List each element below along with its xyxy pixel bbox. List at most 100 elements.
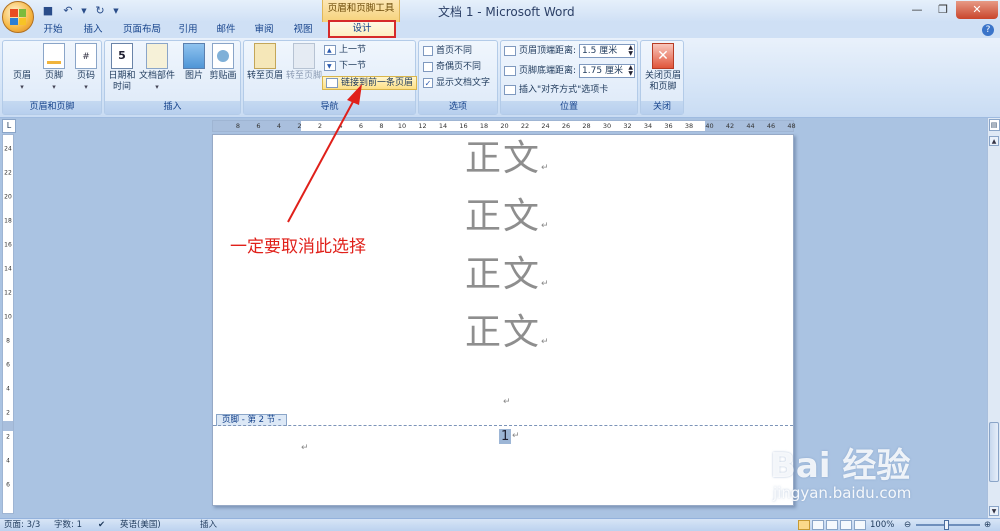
quick-parts-icon (146, 43, 168, 69)
print-layout-icon[interactable] (798, 520, 810, 530)
tab-mailings[interactable]: 邮件 (210, 22, 242, 38)
ruler-tick-label: 10 (4, 313, 12, 321)
web-layout-icon[interactable] (826, 520, 838, 530)
clip-art-button[interactable]: 剪贴画 (206, 43, 240, 82)
chevron-down-icon: ▾ (52, 83, 56, 91)
tab-review[interactable]: 审阅 (248, 22, 280, 38)
group-label: 位置 (501, 101, 637, 114)
spelling-check-icon[interactable]: ✔ (98, 519, 105, 531)
zoom-out-icon[interactable]: ⊖ (904, 519, 911, 531)
body-line-1: 正文↵ (465, 138, 551, 179)
minimize-icon[interactable]: — (904, 1, 930, 19)
different-first-page-checkbox[interactable]: 首页不同 (423, 44, 472, 58)
paragraph-mark: ↵ (301, 443, 309, 453)
quick-parts-button[interactable]: 文档部件 ▾ (137, 43, 177, 93)
spin-arrows-icon[interactable]: ▲ ▼ (628, 45, 634, 57)
draft-view-icon[interactable] (854, 520, 866, 530)
ribbon-tabs: 开始 插入 页面布局 引用 邮件 审阅 视图 设计 ? (0, 20, 1000, 38)
zoom-in-icon[interactable]: ⊕ (984, 519, 991, 531)
ruler-tick-label: 6 (6, 361, 10, 369)
footer-from-bottom-input[interactable]: 1.75 厘米 ▲ ▼ (579, 64, 636, 78)
tab-view[interactable]: 视图 (286, 22, 320, 38)
view-ruler-icon[interactable]: ▤ (988, 119, 1000, 131)
paragraph-mark: ↵ (503, 397, 511, 407)
baidu-watermark-logo: Bai 经验 (770, 446, 911, 486)
group-label: 关闭 (641, 101, 683, 114)
status-zoom[interactable]: 100% (870, 519, 894, 531)
close-label-1: 关闭页眉 (644, 71, 681, 81)
spin-arrows-icon[interactable]: ▲ ▼ (628, 65, 634, 77)
chevron-down-icon: ▾ (155, 83, 159, 91)
ruler-tick-label: 2 (297, 122, 302, 130)
outline-view-icon[interactable] (840, 520, 852, 530)
next-section-label: 下一节 (339, 61, 367, 71)
link-icon (326, 78, 338, 88)
status-words[interactable]: 字数: 1 (54, 519, 82, 531)
calendar-icon: 5 (111, 43, 133, 69)
footer-label: 页脚 (44, 71, 63, 81)
body-line-2: 正文↵ (465, 196, 551, 237)
close-icon[interactable]: ✕ (956, 1, 998, 19)
scroll-down-icon[interactable]: ▼ (989, 506, 999, 516)
header-from-top-input[interactable]: 1.5 厘米 ▲ ▼ (579, 44, 636, 58)
page-number-button[interactable]: # 页码 ▾ (69, 43, 103, 93)
next-section-button[interactable]: 下一节 (324, 59, 367, 74)
header-button[interactable]: 页眉 ▾ (5, 43, 245, 203)
document-page[interactable]: 正文↵ 正文↵ 正文↵ 正文↵ ↵ 页脚 - 第 2 节 - 1 ↵ ↵ (212, 134, 794, 506)
vertical-ruler[interactable]: 24 22 20 18 16 14 12 10 8 6 4 2 2 4 6 (2, 134, 14, 514)
show-document-text-checkbox[interactable]: ✓ 显示文档文字 (423, 76, 490, 90)
group-label: 插入 (105, 101, 240, 114)
checkbox-checked-icon: ✓ (423, 78, 433, 88)
save-icon[interactable]: ■ (40, 3, 56, 19)
ruler-tick-label: 20 (4, 193, 12, 201)
vertical-scrollbar[interactable]: ▤ ▲ ▼ (987, 118, 1000, 518)
footer-button[interactable]: 页脚 ▾ (37, 43, 71, 93)
close-label-2: 和页脚 (649, 82, 677, 92)
scroll-up-icon[interactable]: ▲ (989, 136, 999, 146)
undo-icon[interactable]: ↶ (60, 3, 76, 19)
different-first-label: 首页不同 (436, 46, 473, 56)
tab-page-layout[interactable]: 页面布局 (116, 22, 168, 38)
tab-selector[interactable]: L (2, 119, 16, 133)
tab-references[interactable]: 引用 (172, 22, 204, 38)
goto-header-button[interactable]: 转至页眉 (246, 43, 284, 82)
status-page[interactable]: 页面: 3/3 (4, 519, 40, 531)
restore-icon[interactable]: ❐ (930, 1, 956, 19)
zoom-slider-handle[interactable] (944, 520, 949, 530)
page-number-label: 页码 (76, 71, 95, 81)
ruler-tick-label: 14 (4, 265, 12, 273)
header-from-top-label: 页眉顶端距离: (519, 46, 577, 56)
tab-design[interactable]: 设计 (328, 20, 396, 38)
scroll-thumb[interactable] (989, 422, 999, 482)
full-screen-reading-icon[interactable] (812, 520, 824, 530)
footer-from-bottom-value: 1.75 厘米 (582, 66, 623, 76)
chevron-down-icon: ▾ (20, 83, 24, 91)
footer-icon (43, 43, 65, 69)
customize-qat-icon[interactable]: ▼ (112, 3, 120, 19)
status-mode[interactable]: 插入 (200, 519, 217, 531)
link-to-previous-button[interactable]: 链接到前一条页眉 (322, 76, 418, 90)
group-options: 首页不同 奇偶页不同 ✓ 显示文档文字 选项 (418, 40, 498, 115)
undo-dropdown-icon[interactable]: ▼ (80, 3, 88, 19)
ruler-tick-label: 44 (746, 122, 755, 130)
close-header-footer-button[interactable]: ✕ 关闭页眉 和页脚 (643, 43, 683, 93)
date-time-button[interactable]: 5 日期和 时间 (105, 43, 139, 93)
different-odd-even-checkbox[interactable]: 奇偶页不同 (423, 60, 481, 74)
insert-alignment-tab-button[interactable]: 插入"对齐方式"选项卡 (504, 83, 608, 97)
office-button[interactable] (2, 1, 34, 33)
quick-parts-label: 文档部件 (138, 71, 175, 81)
group-label: 选项 (419, 101, 497, 114)
ruler-tick-label: 48 (787, 122, 796, 130)
prev-section-button[interactable]: 上一节 (324, 43, 366, 58)
context-tool-label: 页眉和页脚工具 (322, 0, 400, 22)
goto-header-label: 转至页眉 (246, 71, 283, 81)
tab-home[interactable]: 开始 (36, 22, 70, 38)
ruler-tick-label: 2 (6, 433, 10, 441)
group-position: 页眉顶端距离: 1.5 厘米 ▲ ▼ 页脚底端距离: 1.75 厘米 ▲ ▼ 插入"… (500, 40, 638, 115)
tab-insert[interactable]: 插入 (76, 22, 110, 38)
help-icon[interactable]: ? (982, 24, 994, 36)
status-language[interactable]: 英语(美国) (120, 519, 161, 531)
redo-icon[interactable]: ↻ (92, 3, 108, 19)
goto-footer-button[interactable]: 转至页脚 (285, 43, 323, 82)
footer-page-number[interactable]: 1 (499, 429, 512, 444)
